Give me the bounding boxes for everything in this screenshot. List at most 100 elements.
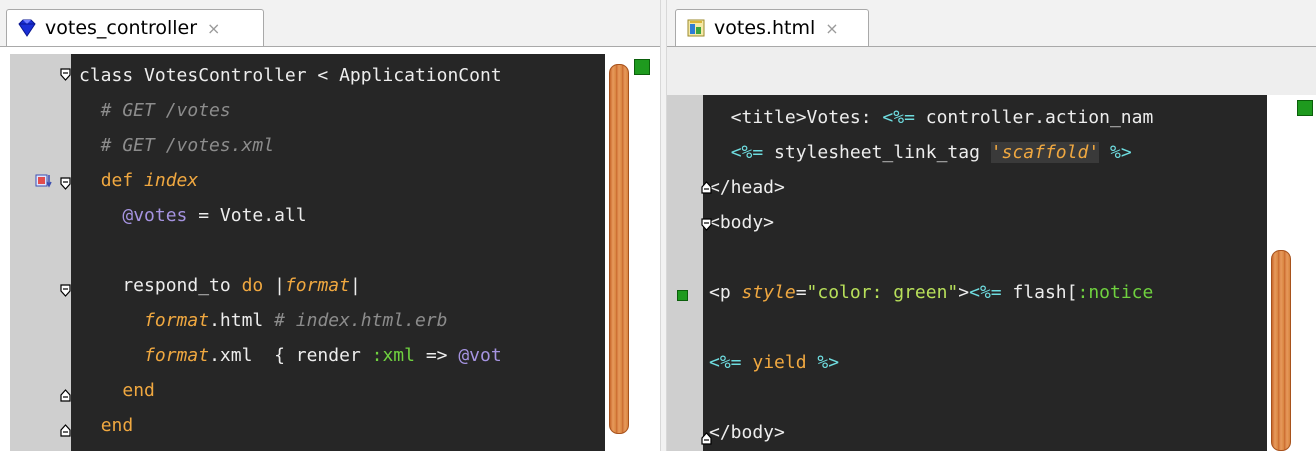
split-divider[interactable]: [660, 0, 667, 451]
code-line[interactable]: <%= stylesheet_link_tag 'scaffold' %>: [709, 136, 1132, 170]
tab-title: votes_controller: [45, 17, 198, 39]
fold-end-icon[interactable]: [60, 424, 71, 437]
code-token: # index.html.erb: [274, 310, 448, 331]
code-token: 'scaffold': [990, 142, 1100, 163]
code-token: stylesheet_link_tag: [763, 142, 991, 163]
vertical-scrollbar[interactable]: [1267, 95, 1293, 451]
line-gutter: [667, 95, 703, 451]
code-token: .xml { render: [209, 345, 372, 366]
code-token: |: [349, 275, 361, 296]
code-token: end: [100, 415, 134, 436]
code-token: %>: [817, 352, 840, 373]
tab-close-button[interactable]: ×: [207, 19, 220, 38]
code-token: :xml: [371, 345, 415, 366]
editor-toolbar: [667, 47, 1316, 95]
error-stripe-ok-marker: [634, 59, 650, 75]
fold-collapse-icon[interactable]: [701, 218, 712, 231]
code-line[interactable]: # GET /votes: [79, 94, 231, 128]
code-token: >: [958, 282, 970, 303]
code-token: index: [144, 170, 199, 191]
code-line[interactable]: format.html # index.html.erb: [79, 304, 447, 338]
ruby-gem-icon: [17, 18, 37, 38]
tab-bar: votes.html ×: [667, 0, 1316, 47]
code-line[interactable]: <body>: [709, 206, 774, 240]
code-token: <p: [709, 282, 742, 303]
code-line[interactable]: end: [79, 409, 134, 443]
fold-collapse-icon[interactable]: [60, 68, 71, 81]
fold-end-icon[interactable]: [701, 432, 712, 445]
code-line[interactable]: class VotesController < ApplicationCont: [79, 59, 502, 93]
code-token: </head>: [709, 177, 785, 198]
editor-pane-votes-controller: votes_controller × class VotesController…: [0, 0, 660, 451]
tab-votes-html[interactable]: votes.html ×: [675, 9, 869, 46]
code-line[interactable]: </body>: [709, 416, 785, 450]
code-token: <%=: [969, 282, 1002, 303]
fold-end-icon[interactable]: [60, 389, 71, 402]
code-token: flash[: [1001, 282, 1078, 303]
code-token: <%=: [882, 107, 915, 128]
code-token: controller.action_nam: [914, 107, 1154, 128]
code-token: format: [284, 275, 350, 296]
code-token: <%=: [709, 352, 742, 373]
code-editor[interactable]: <title>Votes: <%= controller.action_nam …: [703, 95, 1267, 451]
code-line[interactable]: # GET /votes.xml: [79, 129, 274, 163]
fold-end-icon[interactable]: [701, 181, 712, 194]
code-token: style: [741, 282, 796, 303]
code-token: = Vote.all: [187, 205, 307, 226]
code-token: </body>: [709, 422, 785, 443]
code-line[interactable]: end: [79, 374, 155, 408]
scrollbar-thumb[interactable]: [609, 64, 629, 434]
code-token: "color: green": [806, 282, 959, 303]
change-marker: [677, 290, 688, 301]
code-token: <%=: [730, 142, 764, 163]
code-token: format: [144, 310, 210, 331]
code-line[interactable]: def index: [79, 164, 199, 198]
code-token: end: [122, 380, 155, 401]
code-line[interactable]: @votes = Vote.all: [79, 199, 307, 233]
scrollbar-thumb[interactable]: [1271, 250, 1291, 451]
code-token: do: [241, 275, 264, 296]
code-token: :notice: [1077, 282, 1154, 303]
code-token: # GET /votes.xml: [79, 135, 275, 156]
override-method-icon[interactable]: [35, 172, 55, 190]
code-line[interactable]: </head>: [709, 171, 785, 205]
vertical-scrollbar[interactable]: [605, 54, 631, 451]
code-line[interactable]: <%= yield %>: [709, 346, 839, 380]
code-token: <title>Votes:: [709, 107, 883, 128]
code-token: =: [795, 282, 807, 303]
code-token: format: [144, 345, 210, 366]
code-line[interactable]: <title>Votes: <%= controller.action_nam: [709, 101, 1154, 135]
editor-pane-votes-html: votes.html × <title>Votes: <%= controlle…: [667, 0, 1316, 451]
code-token: %>: [1110, 142, 1132, 163]
code-token: # GET /votes: [79, 100, 231, 121]
html-file-icon: [686, 18, 706, 38]
code-line[interactable]: <p style="color: green"><%= flash[:notic…: [709, 276, 1153, 310]
tab-votes-controller[interactable]: votes_controller ×: [6, 9, 264, 46]
code-token: .html: [209, 310, 275, 331]
fold-collapse-icon[interactable]: [60, 284, 71, 297]
code-token: @votes: [122, 205, 188, 226]
code-token: =>: [414, 345, 459, 366]
tab-title: votes.html: [714, 17, 816, 39]
code-line[interactable]: respond_to do |format|: [79, 269, 361, 303]
code-token: |: [263, 275, 285, 296]
code-token: @vot: [458, 345, 502, 366]
code-token: def: [100, 170, 134, 191]
code-token: respond_to: [79, 275, 242, 296]
code-line[interactable]: format.xml { render :xml => @vot: [79, 339, 502, 373]
tab-close-button[interactable]: ×: [825, 19, 838, 38]
code-token: class VotesController < ApplicationCont: [79, 65, 502, 86]
fold-collapse-icon[interactable]: [60, 177, 71, 190]
code-editor[interactable]: class VotesController < ApplicationCont …: [71, 54, 605, 451]
code-token: <body>: [709, 212, 775, 233]
code-token: yield: [741, 352, 818, 373]
